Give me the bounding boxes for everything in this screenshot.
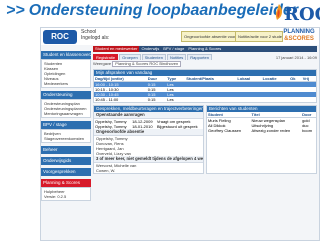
- title-text: Ondersteuning loopbaanbegeleider: [28, 2, 299, 19]
- nav-item-bpv[interactable]: BPV / stage: [161, 46, 186, 52]
- sidebar: Student en klassenoverzicht Studenten Kl…: [41, 48, 91, 240]
- sidebar-section-voorgesprekken[interactable]: Voorgesprekken: [41, 168, 91, 176]
- brand-line1: PLANNING: [283, 29, 315, 35]
- slide-title: >> Ondersteuning loopbaanbegeleider: [6, 2, 298, 20]
- sidebar-section-onderwijsgids[interactable]: Onderwijsgids: [41, 157, 91, 165]
- sidebar-list-students: Studenten Klassen Opleidingen Niveaus Me…: [41, 59, 91, 88]
- list-item[interactable]: Cowen, W.: [94, 168, 203, 173]
- tab-rapporten[interactable]: Rapporten: [187, 54, 212, 60]
- sidebar-list-bpv: Bedrijven Stageovereenkomsten: [41, 129, 91, 143]
- main-panel: Student en medewerker Onderwijs BPV / st…: [93, 46, 317, 240]
- cell-type: Les: [167, 97, 174, 102]
- sidebar-item-stageovereenkomsten[interactable]: Stageovereenkomsten: [44, 136, 88, 141]
- sidebar-list-planning: Hulpbeheer Versie: 0.2.5: [41, 187, 91, 201]
- nav-item-selected[interactable]: Student en medewerker: [93, 46, 140, 52]
- cell-time: 10:45 - 11:00: [95, 97, 119, 102]
- sidebar-list-ondersteuning: Ondersteuningsplan Ondersteuningsplannen…: [41, 99, 91, 118]
- cell-student: Geoffrey Claussen: [208, 128, 242, 133]
- brand-line2: &SCORES: [284, 36, 314, 42]
- messages-panel: Berichten van studenten Student Titel Do…: [206, 105, 317, 174]
- app-header: ROC School Ingelogd als: Ongeoorloofde a…: [41, 28, 319, 45]
- late-header: 3 of meer keer, niet gemeldt tijdens de …: [94, 156, 204, 163]
- tab-studenten[interactable]: Studenten: [141, 54, 166, 60]
- view-dropdown[interactable]: Planning & Scores ROC Bindhoven: [112, 61, 182, 67]
- nav-item-planning[interactable]: Planning & Scores: [186, 46, 223, 52]
- tab-notities[interactable]: Notities: [166, 54, 187, 60]
- sidebar-item-mentoring[interactable]: Mentoringsaanvragen: [44, 111, 88, 116]
- nav-item-onderwijs[interactable]: Onderwijs: [139, 46, 161, 52]
- sidebar-item-medewerkers[interactable]: Medewerkers: [44, 81, 88, 86]
- absence-notice-button[interactable]: Ongeoorloofde absentie voor 2 studenten: [181, 31, 237, 42]
- tab-bar: Registratie Groepen Studenten Notities R…: [93, 53, 317, 60]
- app-logo: ROC: [43, 30, 77, 44]
- messages-table: Student Titel Door Muris Fieling Nieuw w…: [207, 112, 316, 133]
- table-row[interactable]: Geoffrey Claussen Afwezig zonder reden b…: [207, 128, 316, 133]
- meetings-panel: Gesprekken, meldbeurtvragen en trajectve…: [93, 105, 204, 174]
- table-row[interactable]: 10:45 - 11:00 0:15 Les: [94, 97, 316, 102]
- user-label: Ingelogd als:: [81, 35, 110, 41]
- title-prefix: >>: [6, 2, 25, 19]
- view-selector: Weergave Planning & Scores ROC Bindhoven: [93, 61, 317, 67]
- tab-registratie[interactable]: Registratie: [93, 54, 119, 60]
- current-date: 17 januari 2014 - 16:09: [275, 55, 317, 60]
- version-text: Versie: 0.2.5: [44, 194, 67, 199]
- flame-icon: [275, 4, 283, 20]
- sidebar-section-ondersteuning[interactable]: Ondersteuning: [41, 91, 91, 99]
- planning-scores-logo: PLANNING &SCORES: [281, 29, 317, 47]
- sidebar-section-beheer[interactable]: Beheer: [41, 146, 91, 154]
- sidebar-section-bpv[interactable]: BPV / stage: [41, 121, 91, 129]
- cell-title: Afwezig zonder reden: [251, 128, 291, 133]
- tab-groepen[interactable]: Groepen: [119, 54, 141, 60]
- absence-header: Ongeoorloofde absentie: [94, 129, 203, 136]
- sidebar-section-planning[interactable]: Planning & Scores: [41, 179, 91, 187]
- appointments-table: Dag/tijd (ontbr) Duur Type Student/Plaat…: [94, 76, 316, 102]
- top-navbar: Student en medewerker Onderwijs BPV / st…: [93, 46, 317, 52]
- cell-by: boom: [302, 128, 313, 133]
- note-notice-button[interactable]: Notitie/actie voor 2 studenten: [235, 31, 283, 42]
- roc-logo: ROC: [268, 0, 320, 26]
- cell-status: Bijgestuurd uit gesprek: [156, 124, 198, 129]
- view-label: Weergave: [93, 61, 112, 66]
- school-info: School Ingelogd als:: [81, 29, 109, 41]
- lower-columns: Gesprekken, meldbeurtvragen en trajectve…: [93, 103, 317, 174]
- open-requests-header: Openstaande aanvragen: [94, 112, 203, 119]
- appointments-panel: Mijn afspraken van vandaag Dag/tijd (ont…: [93, 69, 317, 103]
- app-screenshot: ROC School Ingelogd als: Ongeoorloofde a…: [40, 27, 320, 241]
- cell-duration: 0:15: [147, 97, 156, 102]
- sidebar-section-students[interactable]: Student en klassenoverzicht: [41, 51, 91, 59]
- logo-text: ROC: [284, 4, 320, 25]
- open-requests-table: Oppelshy, Tommy 18-12-2009 Vraagt om ges…: [94, 119, 203, 129]
